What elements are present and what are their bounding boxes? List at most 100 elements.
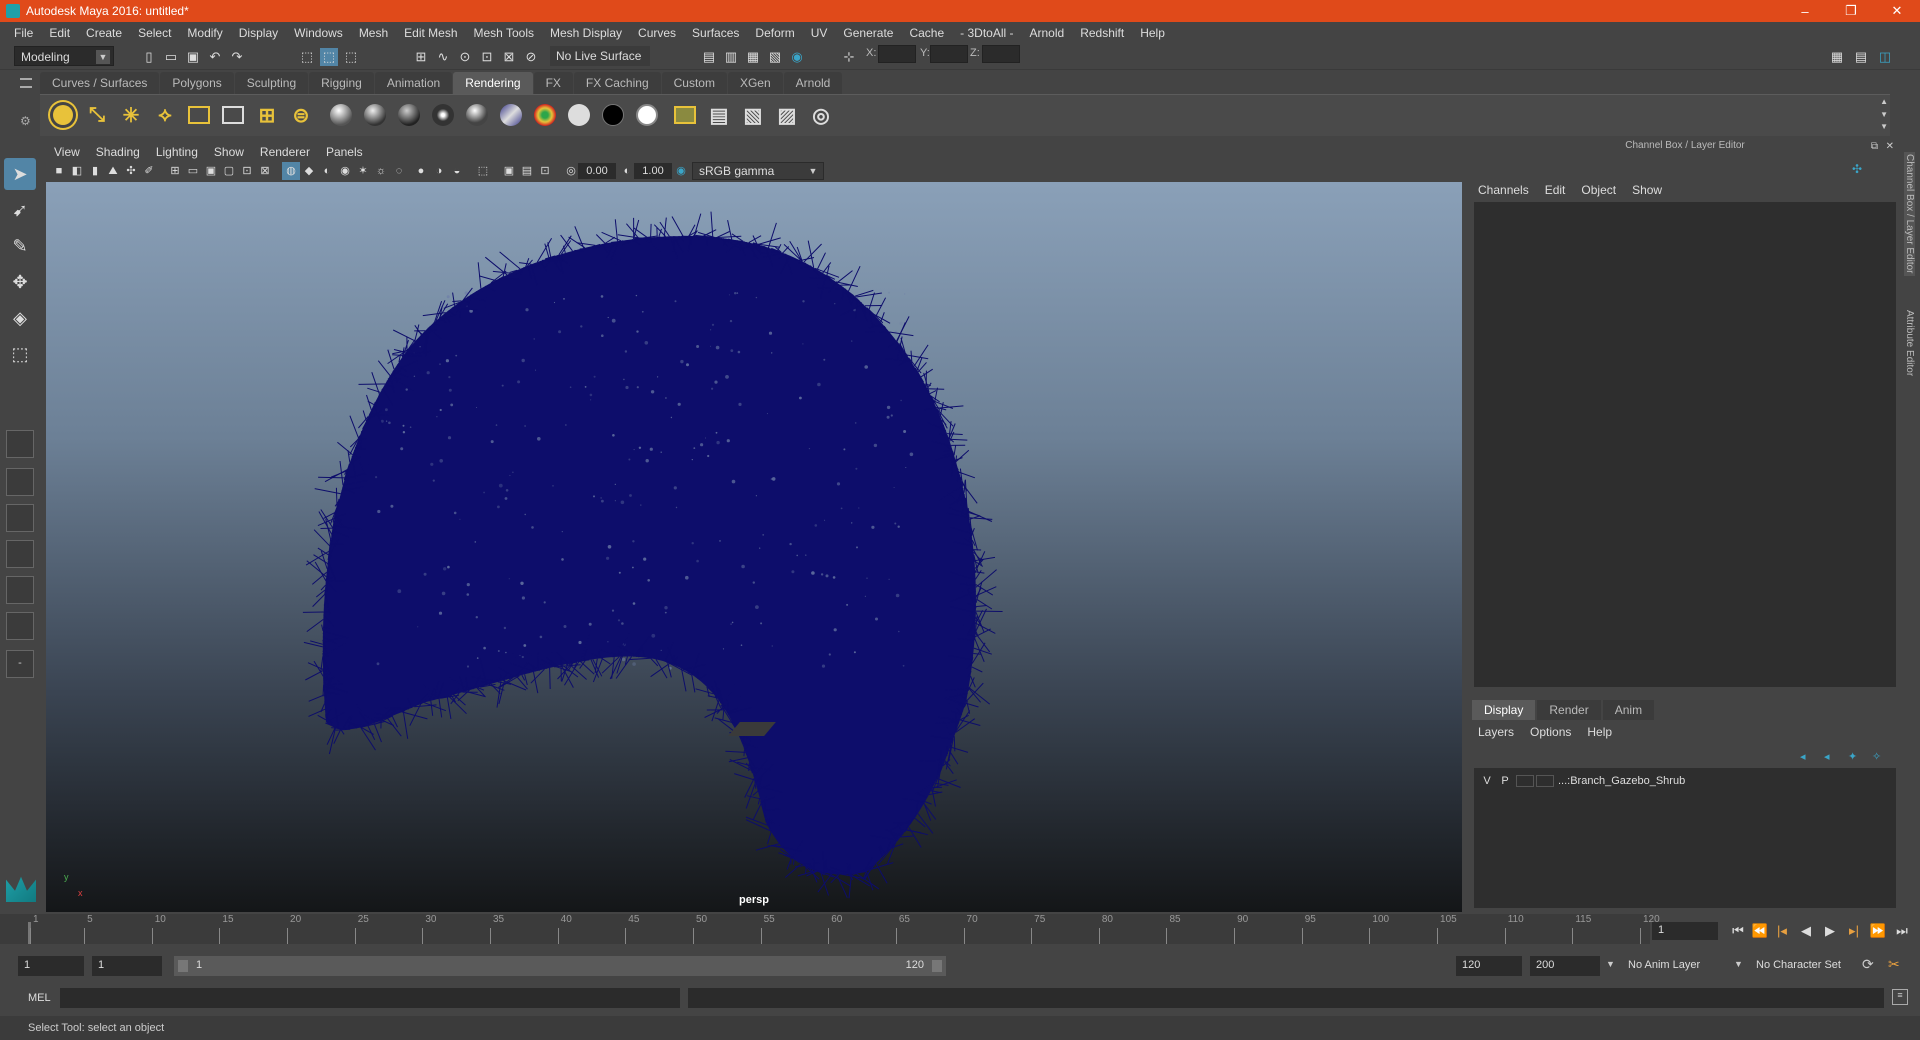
bookmark-icon[interactable]: ▮ (86, 162, 104, 180)
scale-tool-icon[interactable]: ⬚ (4, 338, 36, 370)
anim-layer-dropdown[interactable]: No Anim Layer (1622, 956, 1732, 976)
menu-select[interactable]: Select (130, 26, 179, 40)
chevron-down-icon[interactable]: ▼ (1734, 959, 1743, 969)
viewport-menu-shading[interactable]: Shading (88, 145, 148, 159)
shelf-tab-rigging[interactable]: Rigging (309, 72, 374, 94)
isolate-select-icon[interactable]: ⬚ (474, 162, 492, 180)
time-slider[interactable]: 1 5 10 15 20 25 30 35 40 45 50 55 60 65 70 75 80 85 90 95 10… (0, 914, 1660, 944)
animation-end-field[interactable]: 200 (1530, 956, 1600, 976)
use-background-shader-icon[interactable] (598, 100, 628, 130)
anisotropic-shader-icon[interactable] (462, 100, 492, 130)
snap-view-icon[interactable]: ⊡ (478, 48, 496, 66)
shelf-tab-fx-caching[interactable]: FX Caching (573, 72, 661, 94)
menu-surfaces[interactable]: Surfaces (684, 26, 747, 40)
render-settings-icon[interactable]: ▧ (766, 48, 784, 66)
layer-visibility-toggle[interactable]: V (1478, 775, 1496, 787)
command-language-label[interactable]: MEL (28, 992, 51, 1004)
shelf-tab-arnold[interactable]: Arnold (783, 72, 843, 94)
layer-tab-anim[interactable]: Anim (1602, 700, 1655, 720)
layer-color-swatch[interactable] (1536, 775, 1554, 787)
use-all-lights-icon[interactable]: ✶ (354, 162, 372, 180)
film-gate-icon[interactable]: ▭ (184, 162, 202, 180)
layer-tab-display[interactable]: Display (1472, 700, 1536, 720)
z-field[interactable] (982, 45, 1020, 63)
blinn-shader-icon[interactable] (326, 100, 356, 130)
restore-button[interactable]: ❐ (1828, 3, 1874, 19)
step-back-frame-icon[interactable]: |◂ (1772, 922, 1792, 940)
wireframe-on-shaded-icon[interactable]: ◐ (318, 162, 336, 180)
close-panel-icon[interactable]: ✕ (1886, 141, 1894, 152)
shelf-tab-curves-surfaces[interactable]: Curves / Surfaces (40, 72, 160, 94)
layer-row[interactable]: V P ...:Branch_Gazebo_Shrub (1478, 772, 1892, 790)
menu-generate[interactable]: Generate (835, 26, 901, 40)
perspective-viewport[interactable]: y x persp (46, 182, 1462, 912)
select-component-icon[interactable]: ⬚ (342, 48, 360, 66)
channel-box-menu-show[interactable]: Show (1624, 183, 1670, 197)
paint-select-tool-icon[interactable]: ✎ (4, 230, 36, 262)
command-input[interactable] (60, 988, 680, 1008)
move-layer-up-icon[interactable]: ◂ (1800, 750, 1806, 763)
wireframe-icon[interactable]: ◍ (282, 162, 300, 180)
menu-create[interactable]: Create (78, 26, 130, 40)
go-to-end-icon[interactable]: ⏭ (1892, 922, 1912, 940)
current-frame-field[interactable]: 1 (1652, 922, 1718, 940)
channel-box-menu-edit[interactable]: Edit (1537, 183, 1574, 197)
range-slider-start-handle[interactable] (178, 960, 188, 972)
gate-mask-icon[interactable]: ▢ (220, 162, 238, 180)
range-slider-end-handle[interactable] (932, 960, 942, 972)
area-light-icon[interactable] (184, 100, 214, 130)
channel-box-menu-object[interactable]: Object (1573, 183, 1624, 197)
script-editor-icon[interactable]: ≡ (1892, 989, 1908, 1005)
single-perspective-layout-icon[interactable] (6, 430, 34, 458)
field-chart-icon[interactable]: ⊡ (238, 162, 256, 180)
four-view-layout-icon[interactable] (6, 468, 34, 496)
safe-action-icon[interactable]: ⊠ (256, 162, 274, 180)
persp-graph-layout-icon[interactable] (6, 540, 34, 568)
xray-icon[interactable]: ▣ (500, 162, 518, 180)
surface-shader-icon[interactable] (564, 100, 594, 130)
shelf-tab-rendering[interactable]: Rendering (453, 72, 533, 94)
select-object-icon[interactable]: ⬚ (320, 48, 338, 66)
shadows-icon[interactable]: ◌ (390, 162, 408, 180)
shelf-tab-polygons[interactable]: Polygons (160, 72, 234, 94)
float-panel-icon[interactable]: ⧉ (1871, 141, 1878, 152)
x-field[interactable] (878, 45, 916, 63)
layer-tab-render[interactable]: Render (1537, 700, 1601, 720)
light-editor-icon[interactable]: ⊜ (286, 100, 316, 130)
play-forwards-icon[interactable]: ▶ (1820, 922, 1840, 940)
render-settings-shelf-icon[interactable] (670, 100, 700, 130)
redo-icon[interactable]: ↷ (228, 48, 246, 66)
render-view-shelf-icon[interactable]: ▨ (772, 100, 802, 130)
menu-curves[interactable]: Curves (630, 26, 684, 40)
move-layer-down-icon[interactable]: ◂ (1824, 750, 1830, 763)
branch-gazebo-shrub-mesh[interactable] (46, 182, 1462, 912)
colorspace-dropdown[interactable]: sRGB gamma ▼ (692, 162, 824, 180)
menu-mesh[interactable]: Mesh (351, 26, 396, 40)
ipr-render-icon[interactable]: ▦ (744, 48, 762, 66)
modeling-toolkit-icon[interactable]: ▦ (1828, 48, 1846, 66)
viewport-menu-renderer[interactable]: Renderer (252, 145, 318, 159)
grease-pencil-icon[interactable]: ✐ (140, 162, 158, 180)
menu-mesh-display[interactable]: Mesh Display (542, 26, 630, 40)
persp-uv-layout-icon[interactable] (6, 612, 34, 640)
snap-live-icon[interactable]: ⊘ (522, 48, 540, 66)
menu-edit-mesh[interactable]: Edit Mesh (396, 26, 465, 40)
shelf-settings-icon[interactable]: ⚙ (20, 114, 31, 128)
light-grid-icon[interactable]: ⊞ (252, 100, 282, 130)
render-view-icon[interactable]: ▤ (700, 48, 718, 66)
ambient-light-icon[interactable] (48, 100, 78, 130)
playback-end-field[interactable]: 120 (1456, 956, 1522, 976)
close-button[interactable]: ✕ (1874, 3, 1920, 19)
shelf-options-icon[interactable]: ▼ (1880, 122, 1888, 131)
character-set-dropdown[interactable]: No Character Set (1750, 956, 1862, 976)
menuset-dropdown[interactable]: Modeling ▼ (14, 46, 114, 66)
playback-start-field[interactable]: 1 (92, 956, 162, 976)
camera-select-icon[interactable]: ■ (50, 162, 68, 180)
menu-display[interactable]: Display (231, 26, 286, 40)
hypershade-shelf-icon[interactable]: ◎ (806, 100, 836, 130)
menu-help[interactable]: Help (1132, 26, 1173, 40)
save-scene-icon[interactable]: ▣ (184, 48, 202, 66)
viewport-menu-lighting[interactable]: Lighting (148, 145, 206, 159)
menu-uv[interactable]: UV (803, 26, 836, 40)
symmetry-icon[interactable]: ⊹ (840, 48, 858, 66)
